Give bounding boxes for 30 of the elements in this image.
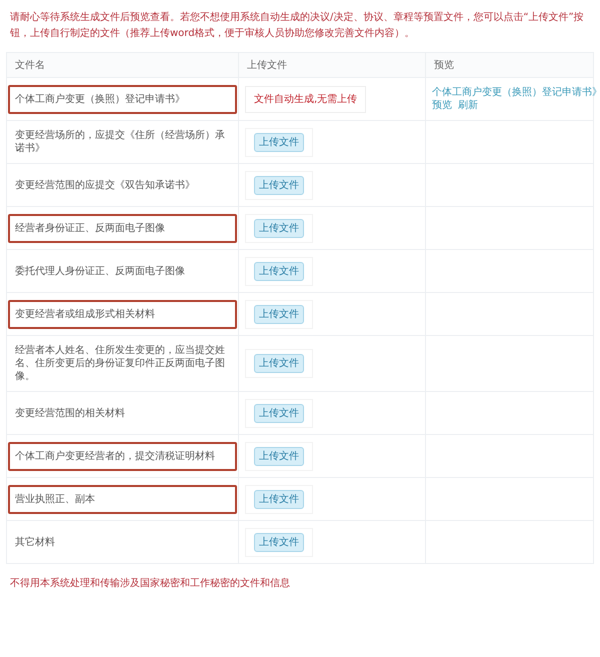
highlighted-file-name: 个体工商户变更经营者的，提交清税证明材料 [8, 442, 237, 470]
file-name: 其它材料 [14, 536, 56, 550]
upload-button[interactable]: 上传文件 [254, 404, 304, 422]
upload-button[interactable]: 上传文件 [254, 262, 304, 280]
column-header: 文件名 [15, 60, 45, 71]
upload-button[interactable]: 上传文件 [254, 176, 304, 194]
file-name: 变更经营范围的相关材料 [14, 406, 126, 420]
highlighted-file-name: 经营者身份证正、反两面电子图像 [8, 214, 237, 242]
upload-button[interactable]: 上传文件 [254, 304, 304, 324]
column-header: 上传文件 [247, 60, 287, 71]
action-link[interactable]: 刷新 [458, 100, 478, 111]
file-name: 变更经营场所的，应提交《住所（经营场所）承诺书》 [14, 128, 226, 156]
auto-generated-note: 文件自动生成,无需上传 [245, 86, 366, 112]
highlighted-file-name: 个体工商户变更（换照）登记申请书》 [8, 84, 237, 114]
file-link[interactable]: 个体工商户变更（换照）登记申请书》 [432, 86, 600, 99]
upload-button[interactable]: 上传文件 [254, 446, 304, 466]
highlighted-file-name: 营业执照正、副本 [8, 484, 237, 514]
notice-text: 请耐心等待系统生成文件后预览查看。若您不想使用系统自动生成的决议/决定、协议、章程等预置文件，您可以点击“上传文件”按钮，上传自行制定的文件（推荐上传word格式，便于审核人员协助您修改完善文件内容）。 [10, 10, 585, 41]
file-name: 变更经营范围的应提交《双告知承诺书》 [14, 178, 196, 192]
file-name: 委托代理人身份证正、反两面电子图像 [14, 264, 186, 278]
action-link[interactable]: 预览 [432, 100, 452, 111]
file-name: 经营者本人姓名、住所发生变更的，应当提交姓名、住所变更后的身份证复印件正反两面电子图像。 [14, 344, 226, 384]
upload-button[interactable]: 上传文件 [254, 218, 304, 238]
upload-button[interactable]: 上传文件 [254, 132, 304, 152]
upload-button[interactable]: 上传文件 [254, 532, 304, 552]
column-header: 预览 [434, 60, 454, 71]
warning-text: 不得用本系统处理和传输涉及国家秘密和工作秘密的文件和信息 [10, 576, 291, 590]
highlighted-file-name: 变更经营者或组成形式相关材料 [8, 300, 237, 328]
upload-button[interactable]: 上传文件 [254, 354, 304, 373]
upload-button[interactable]: 上传文件 [254, 490, 304, 508]
